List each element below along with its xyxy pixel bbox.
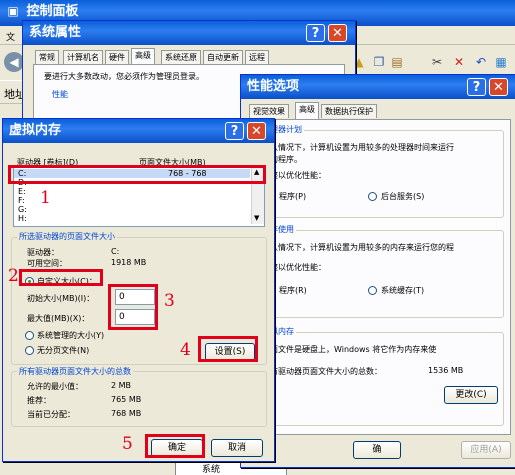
change-button[interactable]: 更改(C) — [444, 386, 498, 404]
recommended-label: 推荐： — [27, 396, 51, 405]
selected-drive-group-title: 所选驱动器的页面文件大小 — [17, 231, 117, 242]
step-2-label: 2 — [8, 266, 19, 286]
max-size-label: 最大值(MB)(X)： — [27, 314, 90, 323]
tab-visual-effects[interactable]: 视觉效果 — [249, 104, 289, 118]
back-button[interactable]: ◀ — [4, 52, 24, 72]
system-properties-titlebar: 系统属性 ? ✕ — [23, 21, 355, 45]
copy-icon[interactable]: ❐ — [372, 55, 386, 69]
close-icon[interactable]: ✕ — [489, 78, 508, 96]
drive-label: 驱动器： — [27, 248, 59, 257]
cancel-button[interactable]: 取消 — [211, 439, 263, 457]
system-properties-title: 系统属性 — [29, 25, 82, 40]
taskbar-item-label: 系统 — [202, 465, 221, 475]
memory-system-cache-radio[interactable] — [368, 286, 377, 295]
close-icon[interactable]: ✕ — [328, 24, 347, 42]
no-paging-file-radio[interactable] — [25, 346, 34, 355]
system-managed-label[interactable]: 系统管理的大小(Y) — [37, 330, 104, 341]
no-paging-file-label[interactable]: 无分页文件(N) — [37, 345, 89, 356]
tab-general[interactable]: 常规 — [35, 50, 59, 64]
total-paging-group-title: 所有驱动器页面文件大小的总数 — [17, 366, 133, 377]
control-panel-icon: ▣ — [7, 4, 19, 18]
paste-icon[interactable]: ▤ — [390, 55, 404, 69]
vmem-desc-line2: 所有驱动器页面文件大小的总数： — [262, 367, 382, 376]
memory-programs-label: 程序(R) — [279, 286, 307, 295]
vmem-desc-line1: 页面文件是硬盘上，Windows 将它作为内存来使 — [262, 345, 437, 354]
drive-value: C: — [111, 247, 120, 256]
tab-advanced[interactable]: 高级 — [131, 48, 155, 65]
close-icon[interactable]: ✕ — [247, 122, 266, 140]
tab-auto-update[interactable]: 自动更新 — [203, 50, 243, 64]
menu-file[interactable]: 文 — [6, 30, 15, 43]
undo-icon[interactable]: ↶ — [474, 55, 488, 69]
virtual-memory-title: 虚拟内存 — [9, 123, 62, 138]
scroll-down-arrow-icon[interactable]: ▼ — [254, 214, 259, 222]
help-icon[interactable]: ? — [306, 24, 325, 42]
perf-apply-button[interactable]: 应用(A) — [461, 441, 511, 459]
performance-advanced-panel: 处理器计划 默认情况下，计算机设置为用较多的处理器时间来运行 您的程序。 调整以… — [247, 119, 511, 435]
tab-dep[interactable]: 数据执行保护 — [321, 104, 377, 118]
tab-hardware[interactable]: 硬件 — [105, 50, 129, 64]
admin-note: 要进行大多数改动，您必须作为管理员登录。 — [44, 72, 204, 81]
processor-background-radio[interactable] — [368, 192, 377, 201]
min-allowed-label: 允许的最小值： — [27, 382, 83, 391]
performance-options-window: 性能选项 ? ✕ 视觉效果 高级 数据执行保护 处理器计划 默认情况下，计算机设… — [240, 74, 515, 468]
drive-row-e[interactable]: E: — [18, 187, 26, 196]
allocated-label: 当前已分配： — [27, 410, 75, 419]
tab-computer-name[interactable]: 计算机名 — [63, 50, 103, 64]
help-icon[interactable]: ? — [225, 122, 244, 140]
performance-group-title: 性能 — [52, 90, 68, 99]
processor-background-label: 后台服务(S) — [381, 192, 425, 201]
drive-row-g[interactable]: G: — [18, 205, 27, 214]
cut-icon[interactable]: ✂ — [430, 55, 444, 69]
step-3-label: 3 — [164, 291, 175, 311]
processor-desc-line1: 默认情况下，计算机设置为用较多的处理器时间来运行 — [262, 143, 454, 152]
processor-programs-label: 程序(P) — [279, 192, 307, 201]
drive-row-h[interactable]: H: — [18, 214, 27, 223]
recommended-value: 765 MB — [111, 395, 142, 404]
drive-row-highlight — [8, 165, 266, 184]
delete-icon[interactable]: ✕ — [452, 55, 466, 69]
custom-size-highlight — [19, 269, 103, 286]
free-space-value: 1918 MB — [111, 258, 147, 267]
vmem-total-value: 1536 MB — [428, 366, 464, 375]
step-5-label: 5 — [122, 434, 133, 454]
control-panel-title: 控制面板 — [26, 4, 79, 19]
tab-remote[interactable]: 远程 — [245, 50, 269, 64]
perf-ok-button[interactable]: 确 — [353, 441, 401, 459]
drive-row-f[interactable]: F: — [18, 196, 25, 205]
free-space-label: 可用空间： — [27, 259, 67, 268]
memory-system-cache-label: 系统缓存(T) — [381, 286, 425, 295]
tab-system-restore[interactable]: 系统还原 — [161, 50, 201, 64]
size-inputs-highlight — [108, 284, 158, 330]
memory-desc: 默认情况下，计算机设置为用较多的内存来运行您的程 — [262, 243, 454, 252]
performance-options-titlebar: 性能选项 ? ✕ — [241, 75, 515, 99]
initial-size-label: 初始大小(MB)(I)： — [27, 294, 95, 303]
system-managed-radio[interactable] — [25, 331, 34, 340]
ok-button-highlight — [145, 434, 205, 458]
allocated-value: 768 MB — [111, 409, 142, 418]
step-4-label: 4 — [180, 340, 191, 360]
step-1-label: 1 — [40, 188, 51, 208]
views-icon[interactable]: ▦ — [494, 55, 508, 69]
tab-advanced[interactable]: 高级 — [295, 102, 319, 119]
virtual-memory-titlebar: 虚拟内存 ? ✕ — [3, 119, 274, 143]
set-button-highlight — [198, 336, 258, 362]
performance-options-title: 性能选项 — [247, 79, 300, 94]
min-allowed-value: 2 MB — [111, 381, 132, 390]
help-icon[interactable]: ? — [467, 78, 486, 96]
